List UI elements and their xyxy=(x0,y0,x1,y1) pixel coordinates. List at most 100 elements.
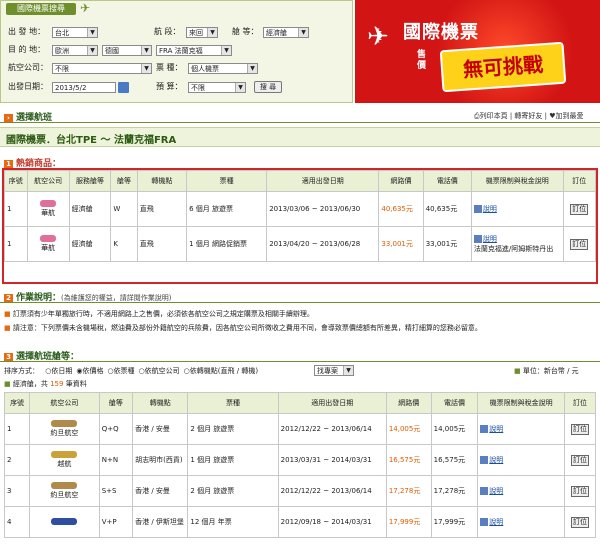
date-input[interactable]: 2013/5/2 xyxy=(52,82,116,93)
column-header: 航空公司 xyxy=(26,170,70,192)
class-cell: K xyxy=(110,226,138,262)
promo-banner[interactable]: ✈ 國際機票 售價 無可挑戰 xyxy=(355,0,600,103)
dest-region-select[interactable]: 歐洲 ▼ xyxy=(52,45,98,56)
class-cell: W xyxy=(110,191,138,227)
book-button[interactable]: 訂位 xyxy=(570,203,589,215)
share-link[interactable]: 轉寄好友 xyxy=(514,112,542,120)
dest-city-select[interactable]: FRA 法蘭克福 ▼ xyxy=(156,45,232,56)
column-header: 適用出發日期 xyxy=(266,170,380,192)
document-icon xyxy=(480,456,489,464)
dates-cell: 2013/03/06 ~ 2013/06/30 xyxy=(266,191,380,227)
note-extra: 法蘭克福進/阿姆斯特丹出 xyxy=(473,245,554,253)
budget-label: 預 算： xyxy=(156,82,183,91)
book-button[interactable]: 訂位 xyxy=(570,238,589,250)
sort-option[interactable]: ○依日期 xyxy=(45,367,72,375)
airline-select[interactable]: 不限 ▼ xyxy=(52,63,152,74)
airline-name: 越航 xyxy=(57,460,72,468)
search-button[interactable]: 搜 尋 xyxy=(254,81,282,93)
ticket-cell: 12 個月 年票 xyxy=(187,506,279,538)
note-link[interactable]: 說明 xyxy=(489,518,503,526)
book-cell: 訂位 xyxy=(562,226,597,262)
ticket-cell: 1 個月 旅遊票 xyxy=(187,444,279,476)
web-price: 40,635元 xyxy=(378,191,424,227)
book-button[interactable]: 訂位 xyxy=(571,485,590,497)
depart-select[interactable]: 台北 ▼ xyxy=(52,27,98,38)
promo-price-tag: 售價 xyxy=(417,50,427,71)
web-price: 17,999元 xyxy=(385,506,432,538)
table-row: 4 V+P 香港 / 伊斯坦堡 12 個月 年票 2012/09/18 ~ 2014/0… xyxy=(3,506,596,538)
dates-cell: 2013/03/31 ~ 2014/03/31 xyxy=(277,444,387,476)
route-title: 國際機票．台北TPE ～ 法蘭克福FRA xyxy=(6,135,177,146)
column-header: 機票限制與稅金說明 xyxy=(470,170,564,192)
book-button[interactable]: 訂位 xyxy=(571,516,590,528)
date-label: 出發日期： xyxy=(8,82,48,91)
column-header: 適用出發日期 xyxy=(277,392,387,414)
dest-country-select[interactable]: 德國 ▼ xyxy=(102,45,152,56)
flight-table: 序號 航空公司 艙等 轉機點 票種 適用出發日期 網路價 電話價 機票限制與稅金說明 訂位 1 約旦… xyxy=(3,392,596,538)
save-link[interactable]: 加到最愛 xyxy=(556,112,584,120)
table-row: 2 越航 N+N 胡志明市(西貢) 1 個月 旅遊票 2013/03/31 ~ 2014/… xyxy=(3,444,596,476)
note-link[interactable]: 說明 xyxy=(489,487,503,495)
transfer-cell: 直飛 xyxy=(136,191,188,227)
hot-table: 序號 航空公司 服務艙等 艙等 轉機點 票種 適用出發日期 網路價 電話價 機票限制與稅金說明 訂位… xyxy=(4,170,597,262)
column-header: 電話價 xyxy=(422,170,472,192)
class-cell: V+P xyxy=(98,506,134,538)
document-icon xyxy=(480,487,489,495)
class-cell: Q+Q xyxy=(98,413,134,445)
airline-logo-icon xyxy=(51,518,78,525)
note-link[interactable]: 說明 xyxy=(483,205,497,213)
phone-price: 33,001元 xyxy=(422,226,472,262)
row-number: 2 xyxy=(3,444,31,476)
note-link[interactable]: 說明 xyxy=(489,425,503,433)
table-header-row: 序號 航空公司 艙等 轉機點 票種 適用出發日期 網路價 電話價 機票限制與稅金說明 訂位 xyxy=(3,392,596,414)
airline-name: 華航 xyxy=(41,244,56,252)
trip-select[interactable]: 來回 ▼ xyxy=(186,27,218,38)
depart-label: 出 發 地： xyxy=(8,27,46,36)
sort-option[interactable]: ○依航空公司 xyxy=(139,367,180,375)
divider xyxy=(0,361,600,362)
note-link[interactable]: 說明 xyxy=(483,235,497,243)
chevron-down-icon: ▼ xyxy=(141,64,151,73)
transfer-cell: 直飛 xyxy=(136,226,188,262)
note-link[interactable]: 說明 xyxy=(489,456,503,464)
promo-slogan: 無可挑戰 xyxy=(439,41,567,93)
phone-price: 40,635元 xyxy=(422,191,472,227)
airline-name: 華航 xyxy=(41,209,56,217)
filter-select[interactable]: 找專案 ▼ xyxy=(314,365,354,376)
column-header: 轉機點 xyxy=(136,170,188,192)
china-airlines-logo-icon xyxy=(40,200,57,207)
sort-option[interactable]: ◉依價格 xyxy=(76,367,103,375)
ticket-select[interactable]: 個人機票 ▼ xyxy=(188,63,258,74)
sort-option[interactable]: ○依轉機點(直飛 / 轉機) xyxy=(184,367,258,375)
print-link[interactable]: 列印本頁 xyxy=(480,112,508,120)
note-cell: 說明 xyxy=(477,475,566,507)
sort-option[interactable]: ○依票種 xyxy=(107,367,134,375)
sort-option-label: 依轉機點(直飛 / 轉機) xyxy=(189,367,259,375)
book-cell: 訂位 xyxy=(564,506,596,538)
book-button[interactable]: 訂位 xyxy=(571,423,590,435)
sort-option-label: 依價格 xyxy=(82,367,104,375)
ticket-label: 票 種： xyxy=(156,63,183,72)
column-header: 網路價 xyxy=(378,170,424,192)
document-icon xyxy=(473,205,482,213)
phone-price: 17,278元 xyxy=(430,475,479,507)
budget-select[interactable]: 不限 ▼ xyxy=(188,82,246,93)
ticket-cell: 2 個月 旅遊票 xyxy=(187,413,279,445)
document-icon xyxy=(473,235,482,243)
transfer-cell: 胡志明市(西貢) xyxy=(132,444,189,476)
dest-label: 目 的 地： xyxy=(8,45,46,54)
divider xyxy=(0,302,600,303)
book-button[interactable]: 訂位 xyxy=(571,454,590,466)
unit-label: ■ 單位：新台幣 / 元 xyxy=(514,367,579,375)
dates-cell: 2012/09/18 ~ 2014/03/31 xyxy=(277,506,387,538)
table-header-row: 序號 航空公司 服務艙等 艙等 轉機點 票種 適用出發日期 網路價 電話價 機票限制與稅金說明 訂位 xyxy=(4,170,597,192)
sort-bar: 排序方式： ○依日期 ◉依價格 ○依票種 ○依航空公司 ○依轉機點(直飛 / 轉機) xyxy=(4,367,259,375)
class-select[interactable]: 經濟艙 ▼ xyxy=(263,27,309,38)
airplane-icon: ✈ xyxy=(367,22,389,52)
chevron-down-icon: ▼ xyxy=(298,28,308,37)
airline-name: 約旦航空 xyxy=(50,491,79,499)
calendar-icon[interactable] xyxy=(118,82,129,93)
table-row: 1 約旦航空 Q+Q 香港 / 安曼 2 個月 旅遊票 2012/12/22 ~ 2013… xyxy=(3,413,596,445)
phone-price: 17,999元 xyxy=(430,506,479,538)
column-header: 轉機點 xyxy=(132,392,189,414)
